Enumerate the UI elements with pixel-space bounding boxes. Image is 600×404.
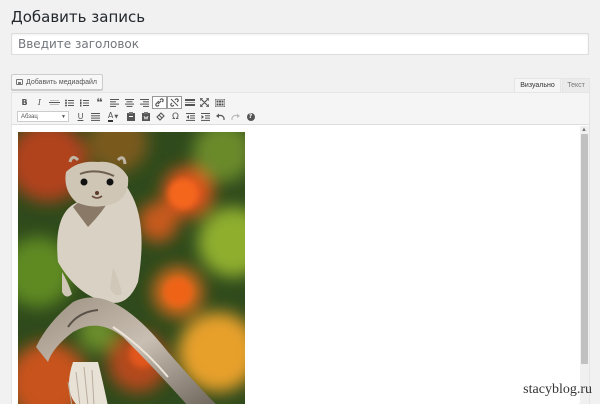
page-title: Добавить запись	[11, 8, 146, 26]
format-select-value: Абзац	[21, 113, 38, 120]
outdent-icon	[186, 112, 195, 121]
fullscreen-button[interactable]	[197, 96, 212, 109]
chevron-down-icon: ▼	[61, 113, 66, 120]
tab-text[interactable]: Текст	[562, 78, 590, 92]
bold-button[interactable]: B	[17, 96, 32, 109]
add-media-label: Добавить медиафайл	[26, 78, 97, 86]
paste-as-text-button[interactable]	[123, 110, 138, 123]
kitchen-sink-icon	[214, 98, 225, 107]
justify-button[interactable]	[88, 110, 103, 123]
redo-button[interactable]	[228, 110, 243, 123]
scrollbar-thumb[interactable]	[581, 134, 588, 364]
numbered-list-icon	[80, 99, 89, 106]
undo-icon	[216, 113, 225, 120]
outdent-button[interactable]	[183, 110, 198, 123]
chipmunk-photo[interactable]	[18, 132, 245, 404]
text-color-label: A	[107, 110, 114, 122]
help-button[interactable]: ?	[243, 110, 258, 123]
align-right-icon	[140, 98, 149, 107]
link-icon	[155, 98, 164, 107]
eraser-icon	[156, 112, 165, 121]
scroll-up-icon: ▲	[581, 127, 587, 133]
redo-icon	[231, 113, 240, 120]
fullscreen-icon	[200, 98, 209, 107]
strikethrough-button[interactable]	[47, 96, 62, 109]
align-right-button[interactable]	[137, 96, 152, 109]
read-more-icon	[184, 99, 195, 106]
media-icon	[16, 79, 23, 85]
align-left-icon	[110, 98, 119, 107]
help-icon: ?	[246, 112, 255, 121]
text-color-button[interactable]: A ▼	[103, 110, 123, 123]
paste-from-word-button[interactable]	[138, 110, 153, 123]
bullet-list-icon	[65, 99, 74, 106]
align-center-icon	[125, 98, 134, 107]
indent-button[interactable]	[198, 110, 213, 123]
clear-formatting-button[interactable]	[153, 110, 168, 123]
add-media-button[interactable]: Добавить медиафайл	[11, 74, 103, 90]
chevron-down-icon: ▼	[114, 113, 119, 120]
format-select[interactable]: Абзац ▼	[17, 111, 69, 122]
blockquote-button[interactable]: ❝	[92, 96, 107, 109]
editor-toolbar: B I ❝ Абзац ▼ U A ▼ Ω ?	[12, 93, 589, 125]
align-justify-icon	[91, 112, 100, 121]
undo-button[interactable]	[213, 110, 228, 123]
paste-word-icon	[141, 112, 150, 121]
remove-link-button[interactable]	[167, 96, 182, 109]
bullet-list-button[interactable]	[62, 96, 77, 109]
editor-scrollbar[interactable]: ▲	[580, 126, 589, 404]
insert-link-button[interactable]	[152, 96, 167, 109]
numbered-list-button[interactable]	[77, 96, 92, 109]
italic-button[interactable]: I	[32, 96, 47, 109]
read-more-button[interactable]	[182, 96, 197, 109]
editor-content-area[interactable]	[12, 126, 579, 404]
align-left-button[interactable]	[107, 96, 122, 109]
toolbar-toggle-button[interactable]	[212, 96, 227, 109]
post-editor: B I ❝ Абзац ▼ U A ▼ Ω ? ▲	[11, 92, 590, 404]
unlink-icon	[170, 98, 179, 107]
underline-button[interactable]: U	[73, 110, 88, 123]
align-center-button[interactable]	[122, 96, 137, 109]
watermark: stacyblog.ru	[523, 382, 592, 397]
indent-icon	[201, 112, 210, 121]
special-character-button[interactable]: Ω	[168, 110, 183, 123]
toolbar-row-1: B I ❝	[17, 96, 227, 109]
toolbar-row-2: Абзац ▼ U A ▼ Ω ?	[17, 110, 258, 123]
chipmunk-image	[18, 132, 245, 404]
post-title-input[interactable]: Введите заголовок	[11, 33, 589, 55]
tab-visual[interactable]: Визуально	[514, 78, 561, 92]
strikethrough-icon	[49, 100, 60, 105]
paste-text-icon	[126, 112, 135, 121]
